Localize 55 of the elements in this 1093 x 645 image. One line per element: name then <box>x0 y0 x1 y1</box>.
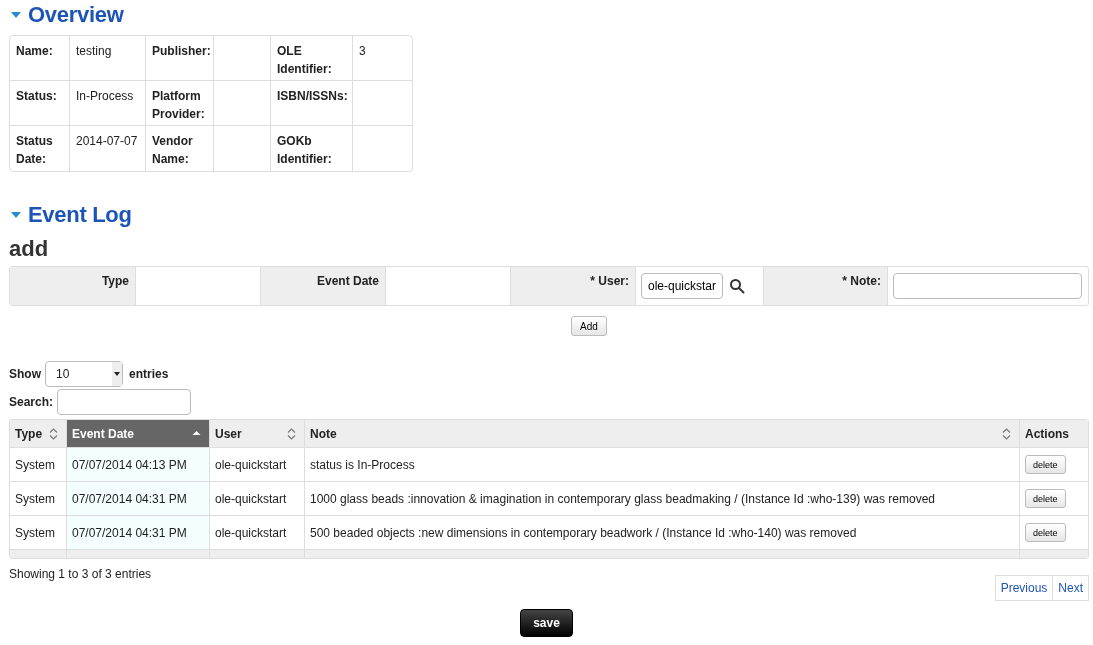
field-label: Platform Provider: <box>152 89 205 121</box>
sort-icon <box>49 428 58 440</box>
caret-down-icon[interactable] <box>10 11 22 19</box>
table-cell: ole-quickstart <box>210 448 305 482</box>
table-cell: 1000 glass beads :innovation & imagination in contemporary glass beadmaking / (Instance Id :who-139) was removed <box>305 482 1020 516</box>
page-size-select[interactable]: 10 <box>45 361 123 387</box>
delete-button[interactable]: delete <box>1025 523 1066 542</box>
field-label: Publisher: <box>152 44 211 58</box>
field-label: ISBN/ISSNs: <box>277 89 348 103</box>
show-label: Show <box>9 367 41 381</box>
search-field[interactable] <box>57 389 192 415</box>
field-label: * Note: <box>842 274 881 288</box>
search-icon[interactable] <box>729 278 745 294</box>
column-header[interactable]: Event Date <box>67 420 210 448</box>
delete-button[interactable]: delete <box>1025 455 1066 474</box>
form-title: add <box>9 236 50 262</box>
section-title[interactable]: Event Log <box>28 202 132 228</box>
user-field[interactable]: ole-quickstar <box>641 273 723 299</box>
section-title[interactable]: Overview <box>28 2 124 28</box>
add-button[interactable]: Add <box>571 316 607 336</box>
pager-link[interactable]: Next <box>1053 575 1089 601</box>
field-label: Event Date <box>316 274 379 288</box>
column-header[interactable]: Note <box>305 420 1020 448</box>
field-label: Type <box>101 274 129 288</box>
delete-button[interactable]: delete <box>1025 489 1066 508</box>
field-label: Name: <box>16 44 53 58</box>
table-cell: 07/07/2014 04:31 PM <box>67 482 210 516</box>
column-header[interactable]: Type <box>10 420 67 448</box>
field-label: Status: <box>16 89 57 103</box>
field-label: GOKb Identifier: <box>277 134 332 166</box>
field-value: In-Process <box>76 89 134 103</box>
field-label: Vendor Name: <box>152 134 193 166</box>
caret-down-icon <box>112 362 122 386</box>
table-cell: status is In-Process <box>305 448 1020 482</box>
column-header[interactable]: User <box>210 420 305 448</box>
field-value: testing <box>76 44 112 58</box>
note-field[interactable] <box>893 273 1082 299</box>
pager-link[interactable]: Previous <box>994 575 1054 601</box>
search-label: Search: <box>9 395 54 409</box>
field-label: Status Date: <box>16 134 53 166</box>
sort-up-icon <box>192 428 201 438</box>
table-cell: ole-quickstart <box>210 482 305 516</box>
field-value: 2014-07-07 <box>76 134 138 148</box>
column-header[interactable]: Actions <box>1020 420 1088 448</box>
save-button[interactable]: save <box>520 609 573 637</box>
table-cell: 07/07/2014 04:31 PM <box>67 516 210 550</box>
field-label: OLE Identifier: <box>277 44 332 76</box>
caret-down-icon[interactable] <box>10 211 22 219</box>
table-info: Showing 1 to 3 of 3 entries <box>9 567 152 583</box>
table-cell: 07/07/2014 04:13 PM <box>67 448 210 482</box>
field-label: * User: <box>590 274 629 288</box>
entries-label: entries <box>129 367 169 381</box>
sort-icon <box>287 428 296 440</box>
sort-icon <box>1002 428 1011 440</box>
field-value: 3 <box>359 44 366 58</box>
